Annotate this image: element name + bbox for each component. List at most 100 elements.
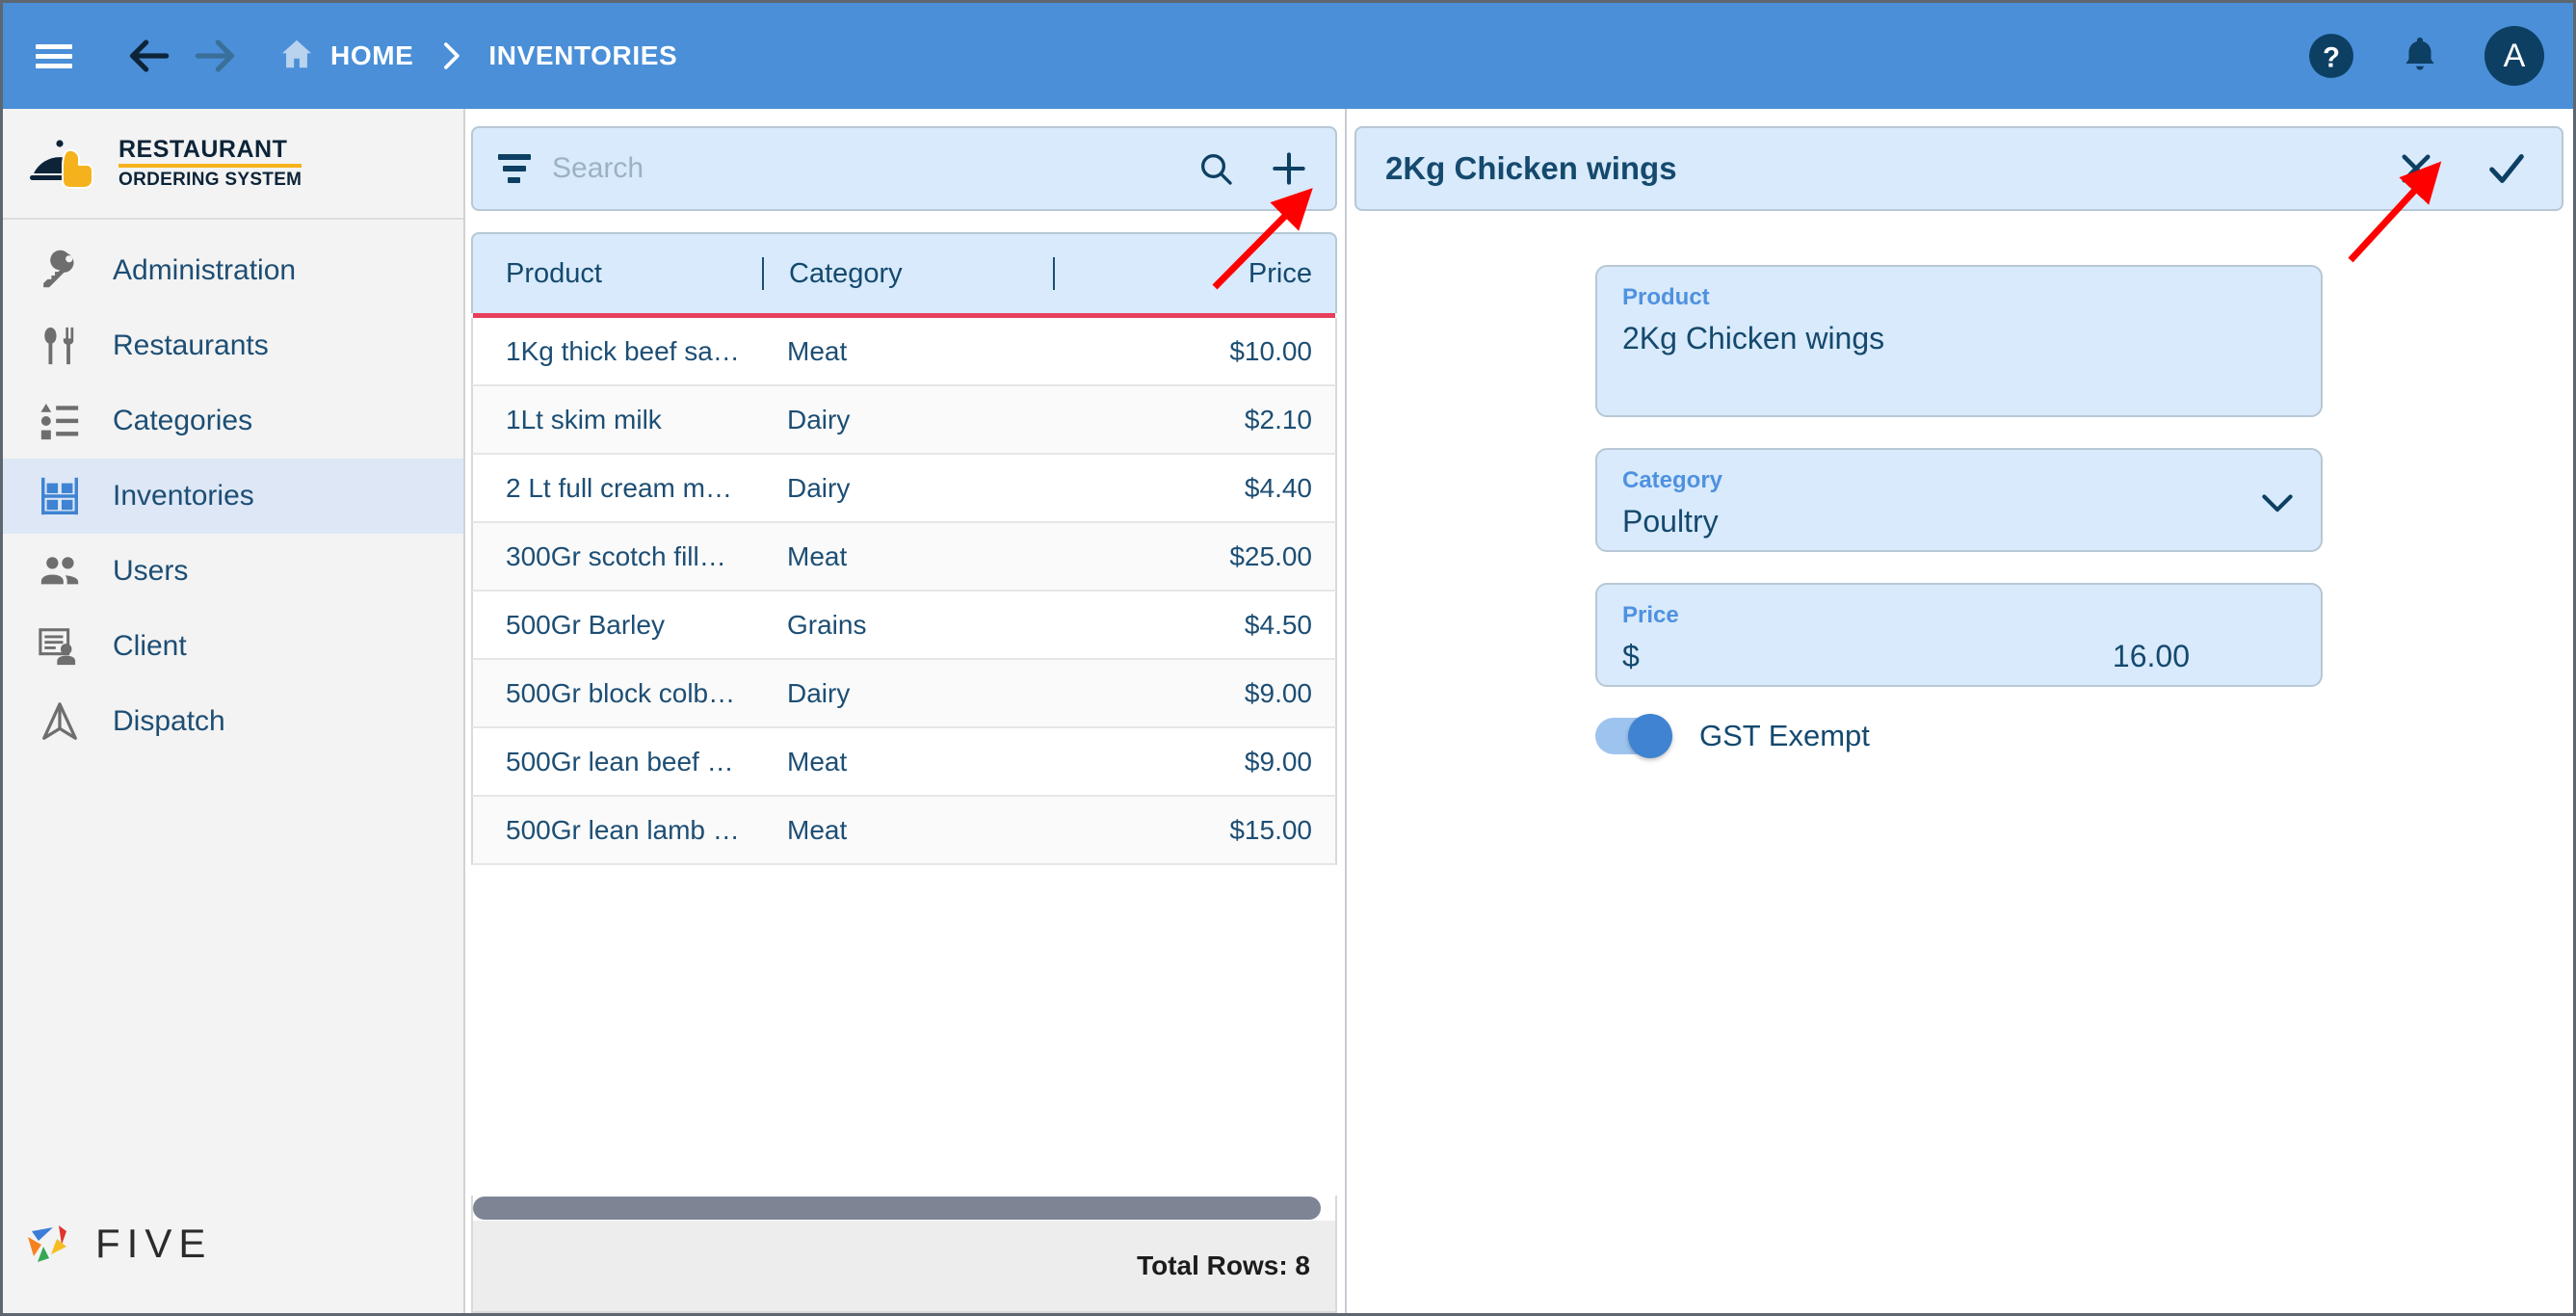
price-currency-symbol: $ [1622, 639, 1640, 673]
cell-category: Meat [787, 540, 848, 571]
table-row[interactable]: 1Lt skim milk Dairy $2.10 [471, 386, 1337, 455]
sidebar-item-label: Restaurants [113, 329, 269, 361]
app-logo[interactable]: RESTAURANT ORDERING SYSTEM [3, 109, 463, 220]
cell-product: 500Gr lean lamb … [506, 814, 740, 845]
horizontal-scrollbar[interactable] [471, 1196, 1337, 1221]
gst-exempt-row: GST Exempt [1595, 714, 2323, 758]
table-row[interactable]: 300Gr scotch fill… Meat $25.00 [471, 523, 1337, 592]
category-field-label: Category [1622, 467, 1723, 493]
help-circle-icon[interactable]: ? [2307, 32, 2355, 80]
cell-price: $4.40 [1244, 472, 1312, 503]
sidebar-item-categories[interactable]: Categories [3, 383, 463, 459]
table-row[interactable]: 500Gr block colb… Dairy $9.00 [471, 660, 1337, 728]
five-footer-logo: FIVE [3, 1212, 463, 1313]
sidebar-item-inventories[interactable]: Inventories [3, 459, 463, 534]
sidebar-item-label: Administration [113, 254, 297, 286]
cell-price: $15.00 [1229, 814, 1312, 845]
key-icon [32, 249, 88, 293]
hamburger-menu-icon[interactable] [26, 28, 82, 84]
table-row[interactable]: 1Kg thick beef sa… Meat $10.00 [471, 318, 1337, 386]
record-form: Product 2Kg Chicken wings Category Poult… [1354, 211, 2563, 758]
table-row[interactable]: 500Gr lean lamb … Meat $15.00 [471, 797, 1337, 865]
sidebar-item-dispatch[interactable]: Dispatch [3, 684, 463, 759]
top-navigation-bar: HOME INVENTORIES ? A [3, 3, 2573, 109]
breadcrumb-home-label: HOME [330, 40, 414, 70]
sidebar: RESTAURANT ORDERING SYSTEM Administratio… [3, 109, 465, 1313]
svg-text:?: ? [2323, 42, 2340, 73]
shelf-icon [32, 474, 88, 518]
five-wordmark: FIVE [95, 1220, 213, 1266]
sidebar-item-administration[interactable]: Administration [3, 233, 463, 308]
price-field-label: Price [1622, 602, 1679, 628]
table-row[interactable]: 500Gr lean beef … Meat $9.00 [471, 728, 1337, 797]
five-pinwheel-icon [24, 1212, 82, 1275]
toggle-knob [1628, 714, 1672, 758]
cell-price: $9.00 [1244, 677, 1312, 708]
cell-product: 300Gr scotch fill… [506, 540, 726, 571]
column-header-product[interactable]: Product [473, 258, 762, 290]
logo-line-2: ORDERING SYSTEM [118, 170, 302, 191]
product-field[interactable]: Product 2Kg Chicken wings [1595, 265, 2323, 417]
plus-icon[interactable] [1268, 147, 1310, 190]
sidebar-item-client[interactable]: Client [3, 609, 463, 684]
record-detail-pane: 2Kg Chicken wings Product 2Kg Chicken wi… [1347, 109, 2573, 1313]
price-field[interactable]: Price $ 16.00 [1595, 583, 2323, 687]
cell-product: 500Gr block colb… [506, 677, 736, 708]
breadcrumb-home[interactable]: HOME [278, 36, 413, 77]
column-header-price[interactable]: Price [1055, 258, 1335, 290]
cell-price: $2.10 [1244, 404, 1312, 434]
cell-category: Dairy [787, 404, 851, 434]
horizontal-scrollbar-thumb[interactable] [473, 1197, 1321, 1220]
page-title: 2Kg Chicken wings [1385, 150, 1677, 186]
close-x-icon[interactable] [2396, 148, 2436, 189]
cell-category: Dairy [787, 472, 851, 503]
price-field-value: 16.00 [2112, 639, 2190, 673]
cell-category: Meat [787, 335, 848, 366]
checkmark-icon[interactable] [2484, 146, 2529, 191]
cell-category: Grains [787, 609, 867, 640]
cell-product: 1Lt skim milk [506, 404, 662, 434]
table-row[interactable]: 2 Lt full cream m… Dairy $4.40 [471, 455, 1337, 523]
cell-category: Meat [787, 746, 848, 776]
table-header: Product Category Price [471, 232, 1337, 318]
product-field-label: Product [1622, 284, 1710, 310]
arrow-forward-icon[interactable] [182, 22, 250, 90]
sidebar-item-label: Inventories [113, 480, 254, 512]
total-rows-label: Total Rows: 8 [1137, 1250, 1310, 1280]
table-footer: Total Rows: 8 [471, 1221, 1337, 1313]
search-input[interactable] [552, 152, 1175, 185]
chevron-down-icon[interactable] [2261, 491, 2294, 519]
document-person-icon [32, 624, 88, 669]
table-rows: 1Kg thick beef sa… Meat $10.00 1Lt skim … [471, 318, 1337, 1167]
sidebar-item-restaurants[interactable]: Restaurants [3, 308, 463, 383]
product-field-value: 2Kg Chicken wings [1622, 321, 1885, 355]
avatar[interactable]: A [2484, 26, 2544, 86]
arrow-back-icon[interactable] [115, 22, 182, 90]
cell-product: 1Kg thick beef sa… [506, 335, 740, 366]
breadcrumb-current: INVENTORIES [488, 40, 678, 70]
avatar-initial: A [2503, 37, 2526, 74]
sidebar-item-label: Users [113, 555, 189, 587]
column-header-category[interactable]: Category [764, 258, 1053, 290]
cell-price: $9.00 [1244, 746, 1312, 776]
category-field[interactable]: Category Poultry [1595, 448, 2323, 552]
paper-plane-icon [32, 699, 88, 744]
table-row[interactable]: 500Gr Barley Grains $4.50 [471, 592, 1337, 660]
bell-icon[interactable] [2398, 34, 2442, 78]
sidebar-item-label: Client [113, 630, 187, 662]
chevron-right-icon [438, 39, 463, 72]
cell-price: $10.00 [1229, 335, 1312, 366]
sidebar-item-label: Categories [113, 405, 253, 436]
detail-header: 2Kg Chicken wings [1354, 126, 2563, 211]
people-icon [32, 549, 88, 593]
cell-category: Dairy [787, 677, 851, 708]
search-bar [471, 126, 1337, 211]
sidebar-item-users[interactable]: Users [3, 534, 463, 609]
gst-exempt-toggle[interactable] [1595, 714, 1672, 758]
cell-price: $4.50 [1244, 609, 1312, 640]
inventory-list-pane: Product Category Price 1Kg thick beef sa… [465, 109, 1347, 1313]
sidebar-item-label: Dispatch [113, 705, 225, 737]
filter-icon[interactable] [498, 154, 531, 183]
search-icon[interactable] [1196, 149, 1235, 188]
cell-product: 500Gr Barley [506, 609, 665, 640]
